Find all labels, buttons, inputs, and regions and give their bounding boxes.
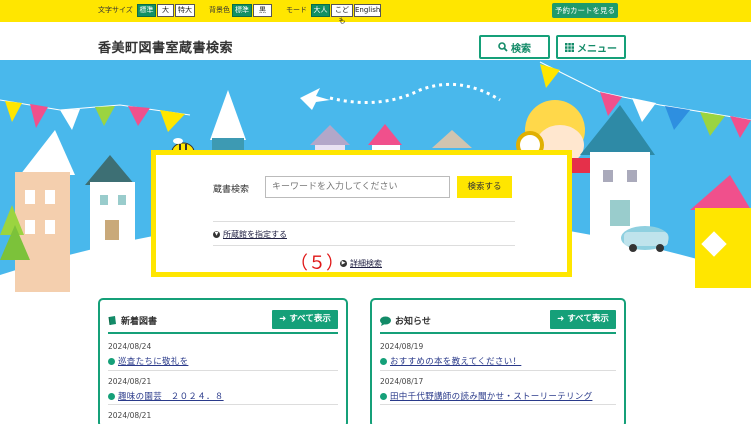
utility-bar: 文字サイズ 標準 大 特大 背景色 標準 黒 モード 大人 こども Englis… <box>0 0 751 25</box>
news-title: お知らせ <box>380 314 431 327</box>
chevron-down-icon: ▼ <box>213 231 220 238</box>
advanced-search-link[interactable]: ▶ 詳細検索 <box>340 258 382 269</box>
divider <box>380 404 616 405</box>
show-all-label: すべて表示 <box>567 314 609 324</box>
bg-standard-button[interactable]: 標準 <box>232 4 252 17</box>
mode-label: モード <box>286 6 307 14</box>
show-all-label: すべて表示 <box>289 314 331 324</box>
item-link[interactable]: おすすめの本を教えてください！ <box>380 355 616 367</box>
item-date: 2024/08/21 <box>108 377 152 386</box>
bg-black-button[interactable]: 黒 <box>253 4 272 17</box>
chevron-right-icon <box>108 392 115 400</box>
search-icon <box>498 42 508 52</box>
library-select-label: 所蔵館を指定する <box>223 230 287 239</box>
new-books-panel: 新着図書 ➜ すべて表示 2024/08/24 巡査たちに敬礼を 2024/08… <box>98 298 348 424</box>
search-label: 蔵書検索 <box>213 185 250 195</box>
list-item: 2024/08/24 巡査たちに敬礼を <box>108 342 338 367</box>
item-date: 2024/08/19 <box>380 342 424 351</box>
item-link[interactable]: 田中千代野講師の読み聞かせ・ストーリーテリング <box>380 390 616 402</box>
search-button[interactable]: 検索 <box>479 35 550 59</box>
font-size-label-text: 文字サイズ <box>98 6 133 14</box>
font-size-xlarge-button[interactable]: 特大 <box>175 4 195 17</box>
search-panel: 蔵書検索 検索する ▼ 所蔵館を指定する ▶ 詳細検索 <box>151 150 572 277</box>
list-item: 2024/08/19 おすすめの本を教えてください！ <box>380 342 616 367</box>
chevron-right-icon: ➜ <box>557 314 565 324</box>
mode-english-button[interactable]: English <box>354 4 381 17</box>
divider <box>380 370 616 371</box>
search-button-label: 検索 <box>511 43 531 55</box>
item-date: 2024/08/24 <box>108 342 152 351</box>
item-link[interactable]: 趣味の園芸 ２０２４．８ <box>108 390 338 402</box>
bg-color-label: 背景色 <box>209 6 230 14</box>
divider <box>108 404 338 405</box>
search-submit-button[interactable]: 検索する <box>457 176 512 198</box>
divider <box>213 221 515 222</box>
news-show-all-button[interactable]: ➜ すべて表示 <box>550 310 616 329</box>
divider <box>213 245 515 246</box>
new-books-header: 新着図書 ➜ すべて表示 <box>108 310 338 334</box>
annotation-number: （５） <box>290 253 344 274</box>
news-panel: お知らせ ➜ すべて表示 2024/08/19 おすすめの本を教えてください！ … <box>370 298 626 424</box>
item-link[interactable]: 巡査たちに敬礼を <box>108 355 338 367</box>
news-header: お知らせ ➜ すべて表示 <box>380 310 616 334</box>
chevron-right-icon <box>380 392 387 400</box>
mode-kids-button[interactable]: こども <box>331 4 353 25</box>
speech-bubble-icon <box>380 316 391 326</box>
new-books-show-all-button[interactable]: ➜ すべて表示 <box>272 310 338 329</box>
menu-button[interactable]: メニュー <box>556 35 626 59</box>
item-date: 2024/08/21 <box>108 411 152 420</box>
font-size-standard-button[interactable]: 標準 <box>137 4 156 17</box>
divider <box>108 370 338 371</box>
list-item: 2024/08/17 田中千代野講師の読み聞かせ・ストーリーテリング <box>380 377 616 402</box>
grid-icon <box>565 42 574 52</box>
chevron-right-icon <box>380 357 387 365</box>
list-item: 2024/08/21 趣味の園芸 ２０２４．８ <box>108 377 338 402</box>
chevron-right-icon: ➜ <box>279 314 287 324</box>
list-item: 2024/08/21 <box>108 411 338 420</box>
font-size-large-button[interactable]: 大 <box>157 4 174 17</box>
mode-adult-button[interactable]: 大人 <box>311 4 330 17</box>
advanced-search-label: 詳細検索 <box>350 259 382 268</box>
library-select-link[interactable]: ▼ 所蔵館を指定する <box>213 229 287 240</box>
item-date: 2024/08/17 <box>380 377 424 386</box>
book-icon <box>108 315 116 325</box>
keyword-input[interactable] <box>265 176 450 198</box>
menu-button-label: メニュー <box>577 43 617 55</box>
new-books-title: 新着図書 <box>108 314 157 327</box>
reservation-cart-button[interactable]: 予約カートを見る <box>552 3 618 18</box>
chevron-right-icon <box>108 357 115 365</box>
site-title[interactable]: 香美町図書室蔵書検索 <box>98 37 233 56</box>
